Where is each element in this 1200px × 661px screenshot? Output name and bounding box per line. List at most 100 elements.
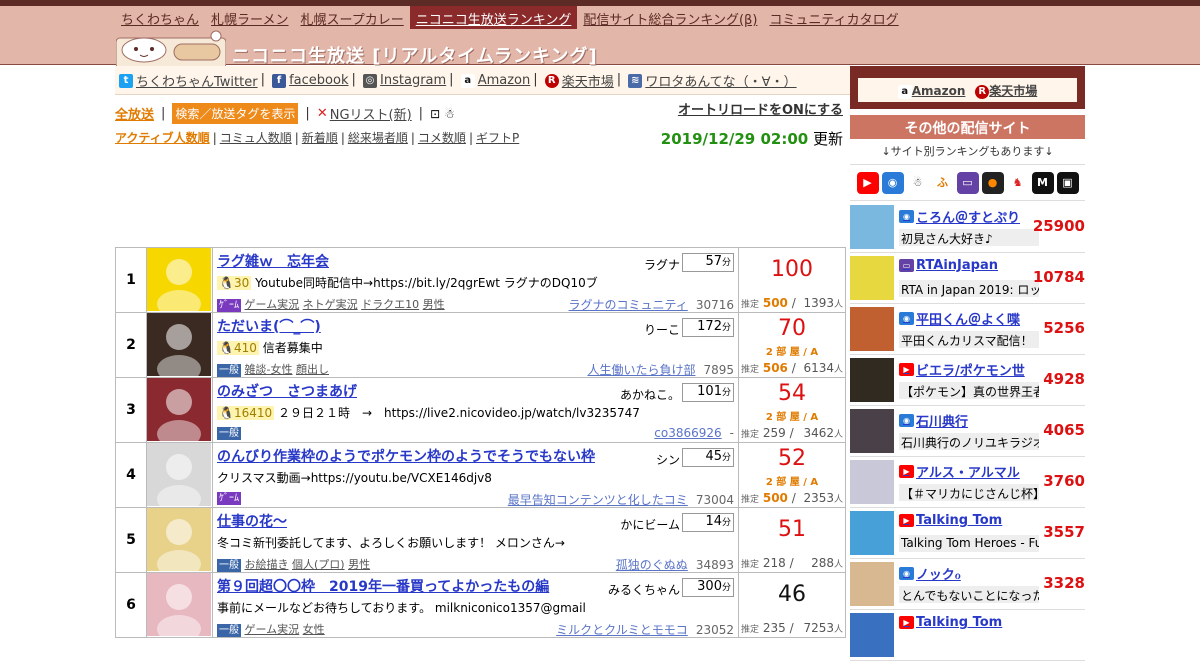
streamer-name[interactable]: Talking Tom bbox=[916, 615, 1002, 630]
thumbnail[interactable] bbox=[147, 508, 211, 578]
broadcast-title[interactable]: のみざつ さつまあげ bbox=[217, 381, 357, 401]
instagram-link[interactable]: ◎ Instagram bbox=[363, 73, 446, 88]
unicorn-icon[interactable]: ♞ bbox=[1006, 171, 1029, 194]
tag-link[interactable]: ドラクエ10 bbox=[361, 298, 419, 311]
nav-item[interactable]: 配信サイト総合ランキング(β) bbox=[577, 6, 763, 29]
table-row[interactable]: 5 仕事の花～ かにビーム 14分 冬コミ新刊委託してます、よろしくお願いします！ メロ… bbox=[115, 507, 846, 578]
ng-list-link[interactable]: ✕ NGリスト(新) bbox=[317, 104, 412, 123]
amazon-label[interactable]: Amazon bbox=[478, 73, 531, 88]
community-link[interactable]: 人生働いたら負け部 bbox=[587, 363, 695, 377]
table-row[interactable]: 4 のんびり作業枠のようでポケモン枠のようでそうでもない枠 シン 45分 クリスマス動画… bbox=[115, 442, 846, 513]
broadcast-title[interactable]: ただいま(⌒_⌒) bbox=[217, 316, 321, 336]
streamer-avatar[interactable] bbox=[850, 358, 894, 402]
wotaku-label[interactable]: ワロタあんてな（・∀・） bbox=[645, 71, 796, 90]
streamer-avatar[interactable] bbox=[850, 613, 894, 657]
streamer-name[interactable]: 平田くん＠よく喋 bbox=[916, 309, 1020, 328]
thumbnail[interactable] bbox=[147, 443, 211, 513]
openrec-icon[interactable]: ● bbox=[981, 171, 1004, 194]
streamer-name-line[interactable]: ▶ Talking Tom bbox=[899, 615, 1039, 630]
facebook-label[interactable]: facebook bbox=[289, 73, 348, 88]
twitter-link[interactable]: t ちくわちゃんTwitter bbox=[119, 71, 258, 90]
side-amazon-link[interactable]: Amazon bbox=[912, 84, 966, 98]
streamer-name-line[interactable]: ◉ 石川典行 bbox=[899, 411, 1039, 430]
streamer-avatar[interactable] bbox=[850, 562, 894, 606]
category-badge[interactable]: 一般 bbox=[217, 364, 241, 377]
streamer-avatar[interactable] bbox=[850, 511, 894, 555]
category-badge[interactable]: 一般 bbox=[217, 559, 241, 572]
community-link[interactable]: ラグナのコミュニティ bbox=[569, 298, 688, 312]
tag-link[interactable]: 個人(プロ) bbox=[292, 558, 345, 571]
side-rakuten-link[interactable]: 楽天市場 bbox=[989, 84, 1037, 98]
facebook-link[interactable]: f facebook bbox=[272, 73, 349, 88]
youtube-icon[interactable]: ▶ bbox=[856, 171, 879, 194]
streamer-name[interactable]: アルス・アルマル bbox=[916, 462, 1020, 481]
sort-link[interactable]: アクティブ人数順 bbox=[115, 131, 210, 145]
streamer-name-line[interactable]: ▶ ビエラ/ポケモン世 bbox=[899, 360, 1039, 379]
sort-link[interactable]: ギフトP bbox=[476, 131, 519, 145]
nav-item[interactable]: ニコニコ生放送ランキング bbox=[409, 6, 578, 29]
tag-link[interactable]: ネトゲ実況 bbox=[303, 298, 358, 311]
streamer-name[interactable]: 石川典行 bbox=[916, 411, 968, 430]
streamer-name[interactable]: ビエラ/ポケモン世 bbox=[916, 360, 1025, 379]
broadcast-title[interactable]: のんびり作業枠のようでポケモン枠のようでそうでもない枠 bbox=[217, 446, 595, 466]
nav-item[interactable]: ちくわちゃん bbox=[115, 6, 205, 29]
tv-icon[interactable]: ▣ bbox=[1056, 171, 1079, 194]
streamer-name[interactable]: RTAinJapan bbox=[916, 258, 998, 273]
streamer-name-line[interactable]: ▭ RTAinJapan bbox=[899, 258, 1039, 273]
category-badge[interactable]: ｹﾞｰﾑ bbox=[217, 492, 241, 505]
nav-item[interactable]: 札幌スープカレー bbox=[295, 6, 410, 29]
category-badge[interactable]: ｹﾞｰﾑ bbox=[217, 299, 241, 312]
broadcast-title[interactable]: 仕事の花～ bbox=[217, 511, 287, 531]
streamer-name-line[interactable]: ◉ 平田くん＠よく喋 bbox=[899, 309, 1039, 328]
robot-icon[interactable]: ⊡ bbox=[430, 107, 440, 121]
thumbnail[interactable] bbox=[147, 248, 211, 318]
thumbnail[interactable] bbox=[147, 313, 211, 383]
streamer-name[interactable]: Talking Tom bbox=[916, 513, 1002, 528]
thumbnail[interactable] bbox=[147, 378, 211, 448]
community-link[interactable]: 孤独のぐぬぬ bbox=[616, 558, 688, 572]
autoreload-link[interactable]: オートリロードをONにする bbox=[678, 99, 843, 118]
thumbnail[interactable] bbox=[147, 573, 211, 643]
search-tag-button[interactable]: 検索／放送タグを表示 bbox=[172, 103, 299, 124]
tag-link[interactable]: お絵描き bbox=[245, 558, 289, 571]
tag-link[interactable]: 男性 bbox=[423, 298, 445, 311]
instagram-label[interactable]: Instagram bbox=[380, 73, 446, 88]
streamer-name[interactable]: ころん＠すとぷり bbox=[916, 207, 1020, 226]
streamer-name-line[interactable]: ▶ Talking Tom bbox=[899, 513, 1039, 528]
amazon-link[interactable]: a Amazon bbox=[460, 73, 531, 88]
broadcast-title[interactable]: ラグ雑ｗ 忘年会 bbox=[217, 251, 329, 271]
nav-item[interactable]: 札幌ラーメン bbox=[205, 6, 294, 29]
nicolive-small-icon[interactable]: ☃ bbox=[444, 107, 455, 121]
streamer-avatar[interactable] bbox=[850, 307, 894, 351]
side-rank-row[interactable]: ◉ 石川典行 石川典行のノリユキラジオ 4065 bbox=[850, 406, 1085, 457]
table-row[interactable]: 3 のみざつ さつまあげ あかねこ。 101分 🐧16410 ２９日２１時 → http… bbox=[115, 377, 846, 448]
broadcast-title[interactable]: 第９回超〇〇枠 2019年一番買ってよかったもの編 bbox=[217, 576, 549, 596]
side-rank-row[interactable]: ▶ アルス・アルマル 【＃マリカにじさんじ杯】 3760 bbox=[850, 457, 1085, 508]
side-rank-row[interactable]: ▶ Talking Tom Talking Tom Heroes - Fun 3557 bbox=[850, 508, 1085, 559]
twitch-icon[interactable]: ▭ bbox=[956, 171, 979, 194]
thumbnail-cell[interactable] bbox=[146, 247, 213, 318]
sort-link[interactable]: 新着順 bbox=[302, 131, 338, 145]
category-badge[interactable]: 一般 bbox=[217, 427, 241, 440]
table-row[interactable]: 6 第９回超〇〇枠 2019年一番買ってよかったもの編 みるくちゃん 300分 事前にメ… bbox=[115, 572, 846, 643]
streamer-avatar[interactable] bbox=[850, 205, 894, 249]
rakuten-link[interactable]: R 楽天市場 bbox=[544, 71, 614, 90]
thumbnail-cell[interactable] bbox=[146, 442, 213, 513]
streamer-avatar[interactable] bbox=[850, 409, 894, 453]
side-rank-row[interactable]: ◉ ころん＠すとぷり 初見さん大好き♪ 25900 bbox=[850, 202, 1085, 253]
side-rank-row[interactable]: ◉ 平田くん＠よく喋 平田くんカリスマ配信！ 5256 bbox=[850, 304, 1085, 355]
streamer-name[interactable]: ノックℴ bbox=[916, 564, 961, 583]
tag-link[interactable]: ゲーム実況 bbox=[245, 298, 300, 311]
thumbnail-cell[interactable] bbox=[146, 377, 213, 448]
category-badge[interactable]: 一般 bbox=[217, 624, 241, 637]
sort-link[interactable]: コミュ人数順 bbox=[220, 131, 292, 145]
thumbnail-cell[interactable] bbox=[146, 507, 213, 578]
side-rank-row[interactable]: ◉ ノックℴ とんでもないことになった 3328 bbox=[850, 559, 1085, 610]
tag-link[interactable]: 男性 bbox=[348, 558, 370, 571]
side-rank-row[interactable]: ▭ RTAinJapan RTA in Japan 2019: ロッ 10784 bbox=[850, 253, 1085, 304]
all-broadcast-link[interactable]: 全放送 bbox=[115, 104, 154, 123]
sort-link[interactable]: 総来場者順 bbox=[348, 131, 408, 145]
tag-link[interactable]: 雑談-女性 bbox=[245, 363, 293, 376]
streamer-name-line[interactable]: ◉ ノックℴ bbox=[899, 564, 1039, 583]
nicolive-icon[interactable]: ☃ bbox=[906, 171, 929, 194]
